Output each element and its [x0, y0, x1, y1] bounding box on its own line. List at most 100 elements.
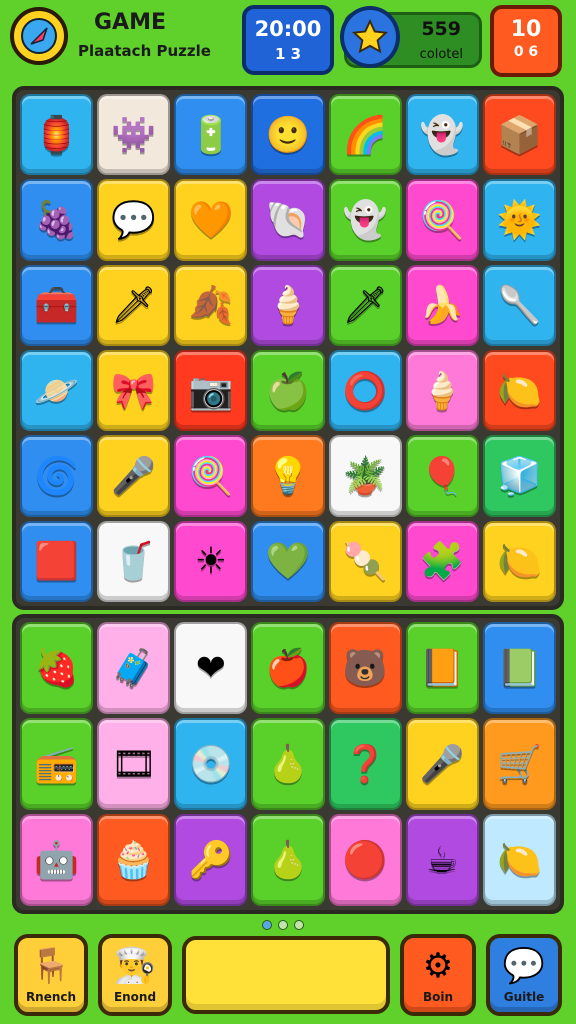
star-icon — [340, 6, 400, 68]
game-tile[interactable]: 🔋 — [174, 94, 248, 176]
footer-button-1[interactable]: 🪑 Rnench — [14, 934, 88, 1016]
camera-icon: 📷 — [188, 370, 234, 412]
game-tile[interactable]: 📻 — [20, 718, 94, 810]
game-tile[interactable]: 🍏 — [251, 349, 325, 432]
game-tile[interactable]: 🍐 — [251, 814, 325, 906]
game-tile[interactable]: 🍭 — [405, 179, 479, 261]
game-tile[interactable]: 📦 — [482, 94, 556, 176]
game-tile[interactable]: ❤ — [174, 622, 248, 714]
game-tile[interactable]: 🎀 — [97, 349, 171, 432]
game-tile[interactable]: 💬 — [97, 179, 171, 261]
popsicle-icon: 🍡 — [342, 541, 388, 583]
footer-button-2-label: Enond — [113, 990, 157, 1004]
game-tile[interactable]: 🍌 — [405, 264, 479, 346]
level-sub: 0 6 — [513, 44, 539, 60]
game-tile[interactable]: 🍡 — [328, 520, 402, 602]
action-bar[interactable] — [182, 936, 390, 1014]
ribbon-icon: 🎀 — [111, 370, 157, 412]
game-tile[interactable]: 💚 — [251, 520, 325, 602]
score-value: 559 — [421, 18, 461, 40]
microphone-icon: 🎤 — [111, 455, 157, 497]
footer-button-3[interactable]: ⚙ Boin — [400, 934, 476, 1016]
game-tile[interactable]: 🍐 — [251, 718, 325, 810]
note-icon: 📙 — [419, 648, 465, 689]
microphone-icon: 🎤 — [419, 744, 465, 785]
game-tile[interactable]: ❓ — [328, 718, 402, 810]
game-tile[interactable]: 🔴 — [328, 814, 402, 906]
game-tile[interactable]: 🪴 — [328, 435, 402, 517]
game-tile[interactable]: ⭕ — [328, 349, 402, 432]
game-tile[interactable]: 🥤 — [97, 520, 171, 602]
game-tile[interactable]: 🍇 — [20, 179, 94, 261]
robot-icon: 🤖 — [34, 840, 79, 881]
tile-grid-bottom: 🍓 🧳 ❤ 🍎 🐻 📙 📗 📻 🎞 💿 🍐 ❓ 🎤 🛒 🤖 🧁 🔑 🍐 🔴 ☕ 🍋 — [20, 622, 556, 906]
game-tile[interactable]: 🙂 — [251, 94, 325, 176]
game-tile[interactable]: 🍦 — [251, 264, 325, 346]
game-tile[interactable]: 🧰 — [20, 264, 94, 346]
game-tile[interactable]: 👾 — [97, 94, 171, 176]
game-tile[interactable]: 🗡 — [97, 264, 171, 346]
cart-icon: 🛒 — [497, 744, 542, 785]
game-tile[interactable]: 🍎 — [251, 622, 325, 714]
game-tile[interactable]: 🧁 — [97, 814, 171, 906]
level-panel[interactable]: 10 0 6 — [490, 5, 562, 77]
game-tile[interactable]: 👻 — [328, 179, 402, 261]
game-tile[interactable]: 🏮 — [20, 94, 94, 176]
page-dot[interactable] — [262, 920, 272, 930]
game-tile[interactable]: 🌀 — [20, 435, 94, 517]
game-tile[interactable]: 🔑 — [174, 814, 248, 906]
page-dot[interactable] — [278, 920, 288, 930]
game-tile[interactable]: 👻 — [405, 94, 479, 176]
game-tile[interactable]: 🪐 — [20, 349, 94, 432]
game-tile[interactable]: 🍋 — [482, 520, 556, 602]
game-tile[interactable]: 🧡 — [174, 179, 248, 261]
game-tile[interactable]: 💡 — [251, 435, 325, 517]
timer-panel: 20:00 1 3 — [242, 5, 334, 75]
game-tile[interactable]: 🎤 — [405, 718, 479, 810]
speech-bubble-icon: 💬 — [111, 199, 157, 241]
game-tile[interactable]: 🎞 — [97, 718, 171, 810]
hook-icon: ❓ — [342, 744, 388, 785]
gear-icon: ⚙ — [422, 946, 454, 986]
mug-icon: ☕ — [426, 839, 459, 881]
page-dot[interactable] — [294, 920, 304, 930]
game-tile[interactable]: 🍦 — [405, 349, 479, 432]
game-tile[interactable]: 🐻 — [328, 622, 402, 714]
game-tile[interactable]: 🎤 — [97, 435, 171, 517]
game-tile[interactable]: ☕ — [405, 814, 479, 906]
sun-face-icon: 🌞 — [497, 199, 542, 241]
game-tile[interactable]: 🧊 — [482, 435, 556, 517]
game-tile[interactable]: 🧩 — [405, 520, 479, 602]
game-tile[interactable]: 🍋 — [482, 349, 556, 432]
game-tile[interactable]: 🌈 — [328, 94, 402, 176]
radio-icon: 📻 — [34, 744, 79, 785]
game-tile[interactable]: 📙 — [405, 622, 479, 714]
game-tile[interactable]: 🍭 — [174, 435, 248, 517]
game-tile[interactable]: ☀ — [174, 520, 248, 602]
game-tile[interactable]: 💿 — [174, 718, 248, 810]
ghost-icon: 👻 — [342, 199, 388, 241]
bulb-icon: 💡 — [265, 455, 311, 497]
game-tile[interactable]: 🧳 — [97, 622, 171, 714]
footer-button-2[interactable]: 👨‍🍳 Enond — [98, 934, 172, 1016]
game-tile[interactable]: 🍂 — [174, 264, 248, 346]
game-tile[interactable]: 🤖 — [20, 814, 94, 906]
lantern-icon: 🏮 — [34, 114, 79, 156]
game-tile[interactable]: 🥄 — [482, 264, 556, 346]
game-tile[interactable]: 🎈 — [405, 435, 479, 517]
game-tile[interactable]: 🍓 — [20, 622, 94, 714]
game-subtitle: Plaatach Puzzle — [78, 42, 211, 60]
game-tile[interactable]: 🍋 — [482, 814, 556, 906]
game-tile[interactable]: 📷 — [174, 349, 248, 432]
creature-icon: 👾 — [111, 114, 157, 156]
dagger-icon: 🗡 — [342, 285, 388, 327]
game-tile[interactable]: 📗 — [482, 622, 556, 714]
compass-icon[interactable] — [10, 7, 68, 65]
game-tile[interactable]: 🗡 — [328, 264, 402, 346]
game-tile[interactable]: 🟥 — [20, 520, 94, 602]
game-tile[interactable]: 🛒 — [482, 718, 556, 810]
game-tile[interactable]: 🌞 — [482, 179, 556, 261]
game-tile[interactable]: 🐚 — [251, 179, 325, 261]
footer-button-4[interactable]: 💬 Guitle — [486, 934, 562, 1016]
treasure-chest-icon: 🧰 — [34, 285, 79, 327]
